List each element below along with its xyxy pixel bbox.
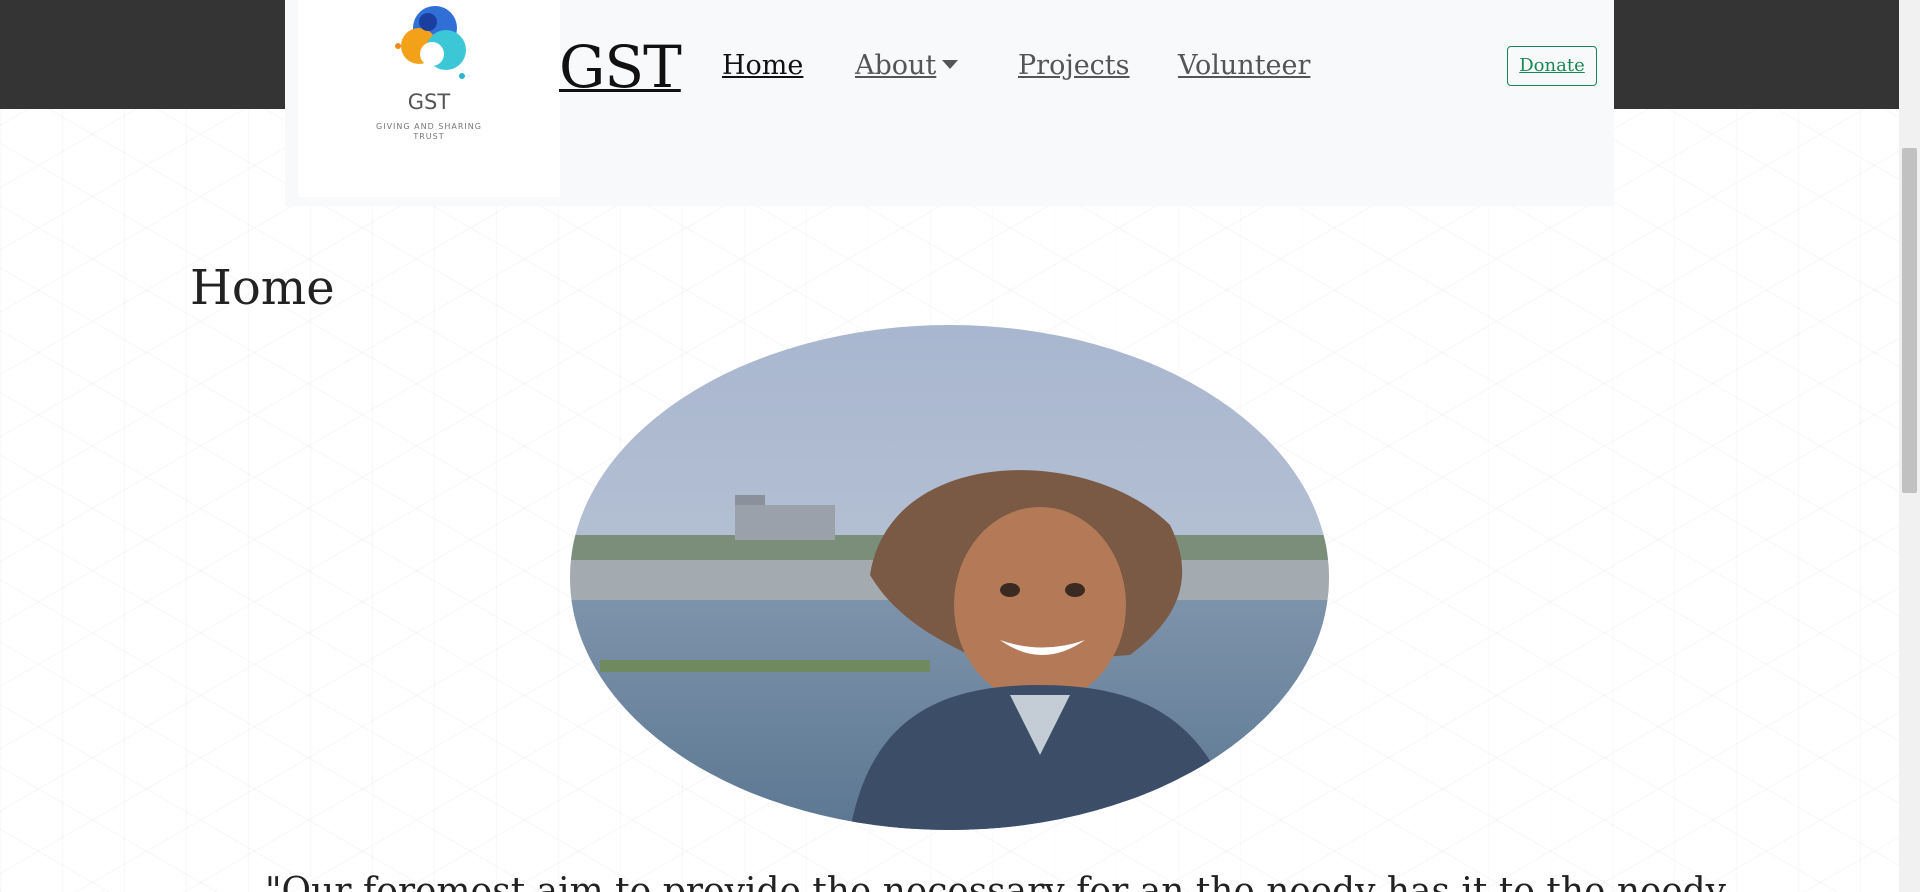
nav-about-label: About — [855, 50, 937, 81]
scrollbar[interactable] — [1899, 0, 1920, 892]
chevron-down-icon — [942, 60, 959, 69]
nav-volunteer[interactable]: Volunteer — [1178, 48, 1310, 84]
hero-image — [570, 325, 1329, 830]
nav-home[interactable]: Home — [722, 48, 803, 84]
donate-button[interactable]: Donate — [1507, 46, 1597, 86]
mission-quote: "Our foremost aim to provide the necessa… — [265, 871, 1727, 892]
navbar: GST GIVING AND SHARING TRUST GST Home Ab… — [285, 0, 1614, 206]
gst-logo-icon — [395, 6, 466, 79]
logo-tagline: GIVING AND SHARING TRUST — [376, 122, 482, 141]
hero-photo — [570, 325, 1329, 830]
logo[interactable]: GST GIVING AND SHARING TRUST — [298, 0, 560, 197]
page-title: Home — [190, 260, 335, 316]
scrollbar-thumb[interactable] — [1902, 148, 1917, 493]
nav-about[interactable]: About — [855, 48, 959, 84]
nav-projects[interactable]: Projects — [1018, 48, 1130, 84]
logo-name: GST — [407, 90, 451, 114]
brand-link[interactable]: GST — [559, 33, 682, 101]
